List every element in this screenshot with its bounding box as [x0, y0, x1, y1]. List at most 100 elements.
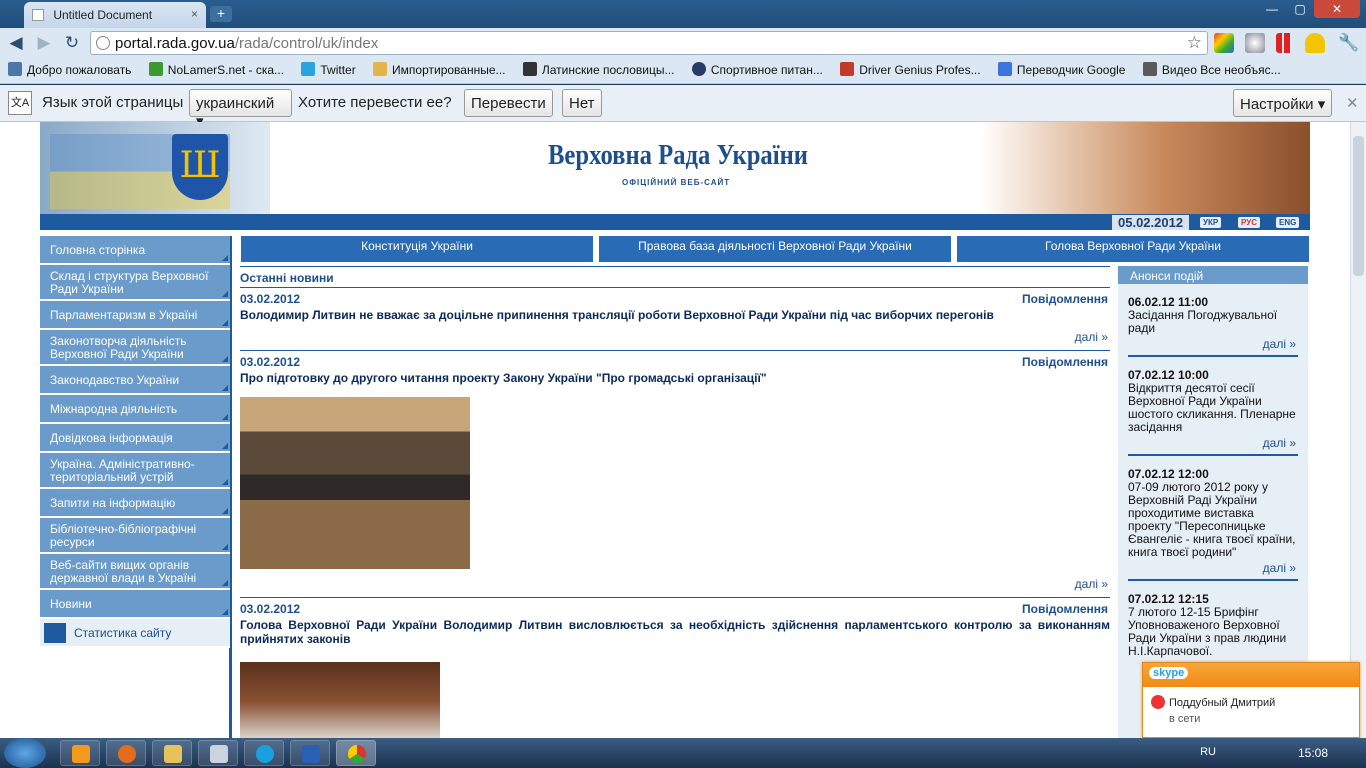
tab-constitution[interactable]: Конституція України — [241, 236, 593, 262]
translate-button[interactable]: Перевести — [464, 89, 553, 117]
sidebar-item-lawmaking[interactable]: Законотворча діяльність Верховної Ради У… — [40, 330, 230, 366]
read-more-link[interactable]: далі » — [1128, 434, 1298, 454]
committee-meeting-photo[interactable] — [240, 397, 470, 569]
page-scrollbar[interactable] — [1350, 122, 1366, 738]
read-more-link[interactable]: далі » — [1128, 559, 1298, 579]
status-online-icon — [1151, 695, 1165, 709]
no-translate-button[interactable]: Нет — [562, 89, 602, 117]
sidebar-item-legislation[interactable]: Законодавство України — [40, 366, 230, 395]
announcement-text: Відкриття десятої сесії Верховної Ради У… — [1128, 381, 1296, 434]
input-language[interactable]: RU — [1200, 746, 1216, 758]
news-date: 03.02.2012 — [240, 292, 301, 306]
maximize-button[interactable]: ▢ — [1286, 0, 1314, 18]
bookmark-item[interactable]: Twitter — [301, 62, 356, 77]
taskbar-media-player[interactable] — [60, 740, 100, 766]
url-host: portal.rada.gov.ua — [115, 35, 235, 52]
sidebar-item-structure[interactable]: Склад і структура Верховної Ради України — [40, 265, 230, 301]
read-more-link[interactable]: далі » — [240, 569, 1110, 597]
news-title[interactable]: Про підготовку до другого читання проект… — [240, 371, 1110, 385]
announcement-text: 07-09 лютого 2012 року у Верховній Раді … — [1128, 480, 1296, 559]
sidebar-item-library[interactable]: Бібліотечно-бібліографічні ресурси — [40, 518, 230, 554]
start-button[interactable] — [4, 738, 46, 768]
browser-tab[interactable]: Untitled Document × — [24, 2, 206, 28]
news-section: Останні новини 03.02.2012 Повідомлення В… — [240, 266, 1110, 738]
session-hall-image — [980, 122, 1310, 217]
weather-extension-icon[interactable] — [1305, 33, 1325, 53]
minimize-button[interactable]: — — [1258, 0, 1286, 18]
taskbar-chrome[interactable] — [336, 740, 376, 766]
bird-icon — [301, 62, 316, 76]
taskbar-firefox[interactable] — [106, 740, 146, 766]
sidebar-item-requests[interactable]: Запити на інформацію — [40, 489, 230, 518]
checkmark-icon — [148, 62, 163, 76]
bookmark-item[interactable]: Спортивное питан... — [691, 62, 823, 77]
stats-extension-icon[interactable] — [1276, 33, 1296, 53]
chairman-photo[interactable] — [240, 662, 440, 738]
lang-ukr-link[interactable]: УКР — [1200, 217, 1222, 228]
news-heading: Останні новини — [240, 266, 1110, 288]
taskbar-calculator[interactable] — [198, 740, 238, 766]
bookmark-item[interactable]: Добро пожаловать — [8, 62, 131, 77]
translate-prompt: Язык этой страницы — [42, 94, 184, 111]
lang-eng-link[interactable]: ENG — [1276, 217, 1300, 228]
skype-notification[interactable]: skype Поддубный Дмитрий в сети — [1142, 662, 1360, 738]
new-tab-button[interactable]: + — [210, 6, 232, 22]
news-category[interactable]: Повідомлення — [1022, 602, 1108, 616]
tab-close-icon[interactable]: × — [191, 7, 198, 21]
browser-titlebar: Untitled Document × + — ▢ ✕ — [0, 0, 1366, 28]
sidebar-item-statistics[interactable]: Статистика сайту — [40, 619, 230, 648]
tab-chairman[interactable]: Голова Верховної Ради України — [957, 236, 1309, 262]
language-select[interactable]: украинский ▾ — [189, 89, 292, 130]
taskbar-word[interactable] — [290, 740, 330, 766]
site-header: Ш Верховна Рада України ОФІЦІЙНИЙ ВЕБ-СА… — [40, 122, 1310, 230]
calculator-icon — [210, 745, 228, 763]
sidebar-item-territorial[interactable]: Україна. Адміністративно-територіальний … — [40, 453, 230, 489]
news-title[interactable]: Володимир Литвин не вважає за доцільне п… — [240, 308, 1110, 322]
bookmark-item[interactable]: Видео Все необъяс... — [1142, 62, 1281, 77]
read-more-link[interactable]: далі » — [1128, 335, 1298, 355]
news-category[interactable]: Повідомлення — [1022, 292, 1108, 306]
bookmark-item[interactable]: Латинские пословицы... — [522, 62, 675, 77]
taskbar-skype[interactable] — [244, 740, 284, 766]
bookmark-item[interactable]: NoLamerS.net - ска... — [148, 62, 284, 77]
site-title: Верховна Рада України — [548, 140, 808, 171]
extension-icon[interactable] — [1214, 33, 1234, 53]
bookmark-star-icon[interactable]: ☆ — [1187, 33, 1202, 53]
sidebar-item-reference[interactable]: Довідкова інформація — [40, 424, 230, 453]
news-title[interactable]: Голова Верховної Ради України Володимир … — [240, 618, 1110, 646]
close-window-button[interactable]: ✕ — [1314, 0, 1360, 18]
system-clock[interactable]: 15:08 — [1298, 746, 1328, 760]
sidebar-item-parliamentarism[interactable]: Парламентаризм в Україні — [40, 301, 230, 330]
skype-icon — [256, 745, 274, 763]
close-infobar-icon[interactable]: ✕ — [1346, 94, 1359, 112]
scrollbar-thumb[interactable] — [1353, 136, 1364, 276]
globe-icon — [691, 62, 706, 76]
skype-logo: skype — [1149, 667, 1189, 679]
windows-taskbar: RU 15:08 — [0, 738, 1366, 768]
page-info-icon[interactable] — [96, 36, 110, 50]
read-more-link[interactable]: далі » — [240, 322, 1110, 350]
wrench-icon[interactable]: 🔧 — [1338, 33, 1359, 53]
news-date: 03.02.2012 — [240, 355, 301, 369]
globe-extension-icon[interactable] — [1245, 33, 1265, 53]
sidebar-item-news[interactable]: Новини — [40, 590, 230, 619]
bookmark-item[interactable]: Импортированные... — [373, 62, 506, 77]
announcement-item: 06.02.12 11:00 Засідання Погоджувальної … — [1128, 284, 1298, 357]
tab-legal-base[interactable]: Правова база діяльності Верховної Ради У… — [599, 236, 951, 262]
address-bar[interactable]: portal.rada.gov.ua/rada/control/uk/index… — [90, 31, 1208, 55]
forward-arrow-icon[interactable]: ▶ — [33, 33, 55, 53]
bookmark-item[interactable]: Driver Genius Profes... — [840, 62, 981, 77]
news-category[interactable]: Повідомлення — [1022, 355, 1108, 369]
lang-rus-link[interactable]: РУС — [1238, 217, 1260, 228]
translate-icon: 文A — [8, 91, 32, 115]
sidebar-item-home[interactable]: Головна сторінка — [40, 236, 230, 265]
bookmark-item[interactable]: Переводчик Google — [997, 62, 1125, 77]
contact-name: Поддубный Дмитрий — [1169, 697, 1276, 709]
back-arrow-icon[interactable]: ◀ — [5, 33, 27, 53]
sidebar-item-websites[interactable]: Веб-сайти вищих органів державної влади … — [40, 554, 230, 590]
reload-icon[interactable]: ↻ — [61, 33, 83, 53]
translate-settings-button[interactable]: Настройки ▾ — [1233, 89, 1333, 117]
taskbar-explorer[interactable] — [152, 740, 192, 766]
sidebar-item-international[interactable]: Міжнародна діяльність — [40, 395, 230, 424]
window-controls: — ▢ ✕ — [1258, 0, 1360, 18]
